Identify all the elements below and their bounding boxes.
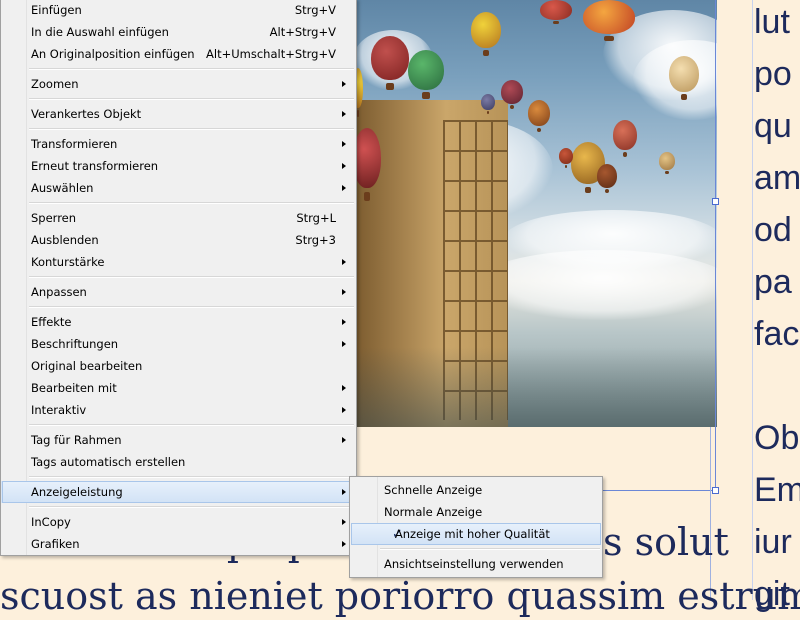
menu-item-zoomen[interactable]: Zoomen xyxy=(1,73,356,95)
menu-item-verankertes-objekt[interactable]: Verankertes Objekt xyxy=(1,103,356,125)
side-line: git xyxy=(754,575,790,613)
submenu-arrow-icon xyxy=(342,81,346,87)
side-line: iur xyxy=(754,523,792,561)
menu-separator xyxy=(1,125,356,133)
menu-item-an-originalposition-einfuegen[interactable]: An Originalposition einfügen Alt+Umschalt… xyxy=(1,43,356,65)
side-line: pa xyxy=(754,263,792,301)
menu-item-anpassen[interactable]: Anpassen xyxy=(1,281,356,303)
menu-item-auswaehlen[interactable]: Auswählen xyxy=(1,177,356,199)
submenu-arrow-icon xyxy=(342,319,346,325)
submenu-item-normale-anzeige[interactable]: Normale Anzeige xyxy=(350,501,602,523)
submenu-arrow-icon xyxy=(342,407,346,413)
column-guide xyxy=(752,0,753,600)
menu-separator xyxy=(1,473,356,481)
body-text-line-2: scuost as nieniet poriorro quassim estru… xyxy=(0,574,800,618)
submenu-arrow-icon xyxy=(342,541,346,547)
shortcut: Strg+V xyxy=(294,3,336,17)
submenu-separator xyxy=(350,545,602,553)
submenu-arrow-icon xyxy=(342,341,346,347)
side-line: lut xyxy=(754,3,790,41)
menu-item-interaktiv[interactable]: Interaktiv xyxy=(1,399,356,421)
menu-item-in-auswahl-einfuegen[interactable]: In die Auswahl einfügen Alt+Strg+V xyxy=(1,21,356,43)
menu-separator xyxy=(1,199,356,207)
submenu-arrow-icon xyxy=(342,385,346,391)
side-line: Em xyxy=(754,471,800,509)
menu-item-ausblenden[interactable]: Ausblenden Strg+3 xyxy=(1,229,356,251)
shortcut: Strg+3 xyxy=(295,233,336,247)
image-frame-right xyxy=(715,0,716,490)
menu-item-effekte[interactable]: Effekte xyxy=(1,311,356,333)
placed-image[interactable] xyxy=(353,0,717,427)
submenu-item-schnelle-anzeige[interactable]: Schnelle Anzeige xyxy=(350,479,602,501)
submenu-arrow-icon xyxy=(342,111,346,117)
menu-item-beschriftungen[interactable]: Beschriftungen xyxy=(1,333,356,355)
menu-item-konturstaerke[interactable]: Konturstärke xyxy=(1,251,356,273)
side-line: fac xyxy=(754,315,800,353)
menu-item-einfuegen[interactable]: Einfügen Strg+V xyxy=(1,0,356,21)
submenu-arrow-icon xyxy=(342,259,346,265)
submenu-arrow-icon xyxy=(342,185,346,191)
shortcut: Alt+Umschalt+Strg+V xyxy=(206,47,336,61)
side-gap xyxy=(754,360,800,412)
submenu-arrow-icon xyxy=(342,163,346,169)
submenu-item-hohe-qualitaet[interactable]: ✓Anzeige mit hoher Qualität xyxy=(350,523,602,545)
shortcut: Strg+L xyxy=(296,211,336,225)
menu-separator xyxy=(1,95,356,103)
menu-item-tags-automatisch-erstellen[interactable]: Tags automatisch erstellen xyxy=(1,451,356,473)
menu-separator xyxy=(1,503,356,511)
side-line: am xyxy=(754,159,800,197)
menu-item-transformieren[interactable]: Transformieren xyxy=(1,133,356,155)
submenu-arrow-icon xyxy=(342,489,346,495)
submenu-anzeigeleistung: Schnelle Anzeige Normale Anzeige ✓Anzeig… xyxy=(349,476,603,578)
menu-separator xyxy=(1,65,356,73)
submenu-arrow-icon xyxy=(342,289,346,295)
menu-separator xyxy=(1,273,356,281)
menu-item-sperren[interactable]: Sperren Strg+L xyxy=(1,207,356,229)
frame-handle-right-mid[interactable] xyxy=(712,198,719,205)
submenu-item-ansichtseinstellung-verwenden[interactable]: Ansichtseinstellung verwenden xyxy=(350,553,602,575)
menu-item-bearbeiten-mit[interactable]: Bearbeiten mit xyxy=(1,377,356,399)
side-line: Ob xyxy=(754,419,800,457)
body-text-line-1-right: s solut xyxy=(603,520,729,564)
side-line: po xyxy=(754,55,792,93)
menu-item-erneut-transformieren[interactable]: Erneut transformieren xyxy=(1,155,356,177)
frame-handle-bottom-right[interactable] xyxy=(712,487,719,494)
side-line: od xyxy=(754,211,792,249)
menu-separator xyxy=(1,421,356,429)
menu-item-original-bearbeiten[interactable]: Original bearbeiten xyxy=(1,355,356,377)
side-line: qu xyxy=(754,107,792,145)
shortcut: Alt+Strg+V xyxy=(269,25,336,39)
submenu-arrow-icon xyxy=(342,437,346,443)
menu-item-anzeigeleistung[interactable]: Anzeigeleistung xyxy=(1,481,356,503)
menu-item-tag-fuer-rahmen[interactable]: Tag für Rahmen xyxy=(1,429,356,451)
submenu-arrow-icon xyxy=(342,519,346,525)
menu-item-grafiken[interactable]: Grafiken xyxy=(1,533,356,555)
submenu-arrow-icon xyxy=(342,141,346,147)
menu-separator xyxy=(1,303,356,311)
menu-item-incopy[interactable]: InCopy xyxy=(1,511,356,533)
image-frame-bottom xyxy=(600,490,716,491)
context-menu: Einfügen Strg+V In die Auswahl einfügen Al… xyxy=(0,0,357,556)
side-column-text: lut po qu am od pa fac Ob Em iur git xyxy=(754,0,800,620)
